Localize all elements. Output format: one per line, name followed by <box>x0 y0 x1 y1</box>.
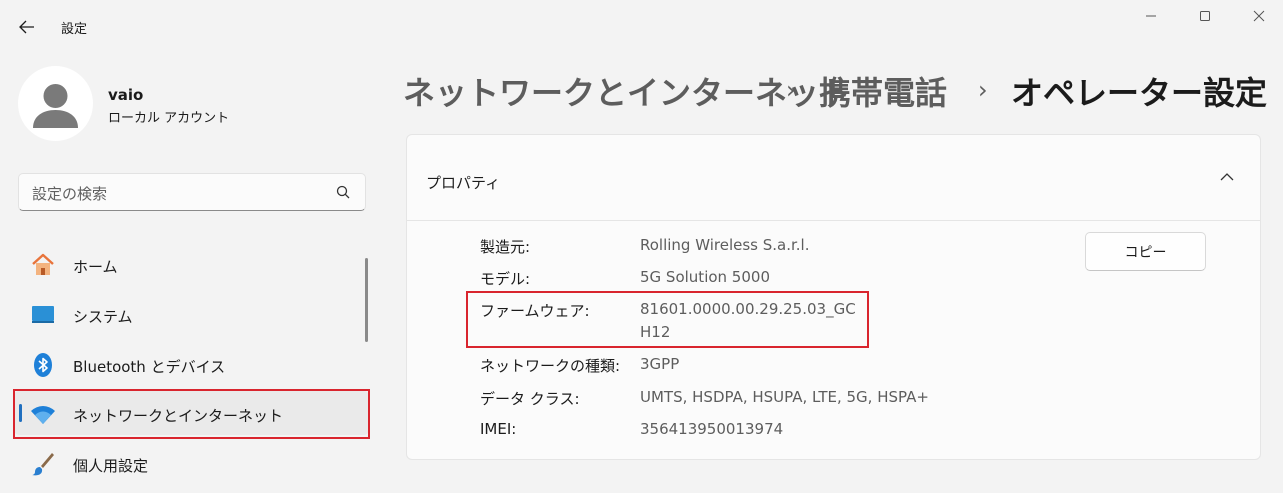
close-button[interactable] <box>1236 6 1282 26</box>
breadcrumb-network[interactable]: ネットワークとインターネット <box>403 68 851 114</box>
nav-highlight-box <box>13 389 370 439</box>
home-icon <box>30 252 56 278</box>
firmware-highlight-box <box>466 291 869 348</box>
minimize-button[interactable] <box>1128 6 1174 26</box>
close-icon <box>1253 10 1265 22</box>
prop-value-data-class: UMTS, HSDPA, HSUPA, LTE, 5G, HSPA+ <box>640 388 929 406</box>
maximize-button[interactable] <box>1182 6 1228 26</box>
search-placeholder: 設定の検索 <box>32 185 108 203</box>
minimize-icon <box>1146 15 1156 17</box>
bluetooth-icon <box>30 352 56 378</box>
user-name: vaio <box>108 86 144 104</box>
sidebar-scrollbar[interactable] <box>365 258 368 342</box>
nav-label-home: ホーム <box>73 258 118 276</box>
person-icon <box>33 84 78 128</box>
prop-label-manufacturer: 製造元: <box>480 238 531 256</box>
chevron-up-icon[interactable] <box>1218 168 1236 190</box>
page-title: オペレーター設定 <box>1011 74 1268 112</box>
prop-value-imei: 356413950013974 <box>640 420 784 438</box>
nav-label-personalization: 個人用設定 <box>73 457 149 475</box>
breadcrumb-separator: › <box>978 76 988 104</box>
app-title: 設定 <box>61 22 88 37</box>
prop-value-model: 5G Solution 5000 <box>640 268 770 286</box>
avatar[interactable] <box>18 66 93 141</box>
properties-title[interactable]: プロパティ <box>426 172 500 193</box>
prop-label-data-class: データ クラス: <box>480 390 580 408</box>
nav-item-personalization[interactable] <box>14 441 369 485</box>
prop-label-network-type: ネットワークの種類: <box>480 357 621 375</box>
back-button[interactable] <box>10 12 44 42</box>
prop-value-manufacturer: Rolling Wireless S.a.r.l. <box>640 236 810 254</box>
back-arrow-icon <box>19 20 34 34</box>
search-icon[interactable] <box>336 184 350 203</box>
prop-label-model: モデル: <box>480 270 531 288</box>
prop-value-network-type: 3GPP <box>640 355 680 373</box>
nav-item-system[interactable] <box>14 292 369 336</box>
nav-label-system: システム <box>73 308 133 326</box>
system-icon <box>30 302 56 328</box>
copy-button[interactable]: コピー <box>1085 232 1206 271</box>
account-type: ローカル アカウント <box>108 111 230 126</box>
brush-icon <box>30 451 56 477</box>
nav-label-bluetooth: Bluetooth とデバイス <box>73 358 226 376</box>
breadcrumb-cellular[interactable]: 携帯電話 <box>819 68 947 114</box>
maximize-icon <box>1200 11 1210 21</box>
prop-label-imei: IMEI: <box>480 420 517 438</box>
breadcrumb-separator: › <box>786 76 796 104</box>
card-divider <box>407 220 1260 221</box>
nav-item-home[interactable] <box>14 243 369 287</box>
